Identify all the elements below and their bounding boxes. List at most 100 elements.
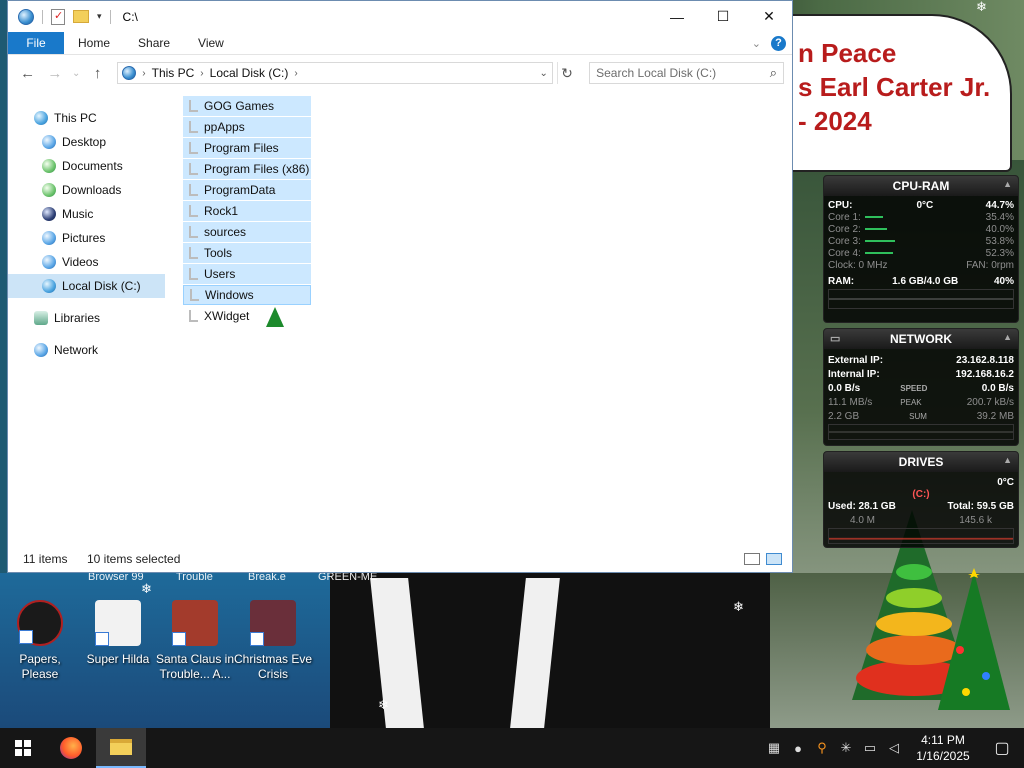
large-icons-view-icon[interactable] — [766, 553, 782, 565]
list-item[interactable]: sources — [183, 222, 311, 242]
tab-share[interactable]: Share — [124, 32, 184, 54]
gadget-title: NETWORK — [890, 332, 952, 346]
collapse-icon[interactable]: ▲ — [1003, 332, 1012, 342]
volume-muted-icon[interactable]: ◁ — [882, 740, 906, 756]
network-status-icon[interactable]: ▭ — [858, 740, 882, 756]
search-input[interactable]: Search Local Disk (C:) — [596, 66, 716, 80]
window-controls: — ☐ ✕ — [654, 1, 792, 32]
list-item[interactable]: Windows — [183, 285, 311, 305]
start-button[interactable] — [0, 728, 46, 768]
taskbar-firefox[interactable] — [46, 728, 96, 768]
forward-button[interactable]: → — [43, 61, 66, 85]
network-history-graph — [828, 424, 1014, 440]
upload-peak: 200.7 kB/s — [966, 396, 1014, 408]
nav-item-music[interactable]: Music — [42, 202, 93, 226]
list-item[interactable]: GOG Games — [183, 96, 311, 116]
taskbar-file-explorer[interactable] — [96, 728, 146, 768]
desktop-shortcut-super-hilda[interactable]: Super Hilda — [78, 600, 158, 667]
christmas-eve-crisis-icon — [250, 600, 296, 646]
nav-item-network[interactable]: Network — [34, 338, 98, 362]
tab-file[interactable]: File — [8, 32, 64, 54]
list-item[interactable]: Tools — [183, 243, 311, 263]
list-item[interactable]: ppApps — [183, 117, 311, 137]
cpu-row: CPU: 0°C 44.7% — [824, 199, 1018, 211]
close-button[interactable]: ✕ — [746, 1, 792, 32]
collapse-icon[interactable]: ▲ — [1003, 179, 1012, 189]
up-button[interactable]: ↑ — [86, 61, 109, 85]
refresh-button[interactable]: ↻ — [556, 62, 576, 84]
tray-snow-icon[interactable]: ✳ — [834, 740, 858, 756]
desktop-shortcut-papers-please[interactable]: Papers, Please — [0, 600, 80, 682]
nav-item-videos[interactable]: Videos — [42, 250, 98, 274]
clock[interactable]: 4:11 PM 1/16/2025 — [906, 732, 980, 764]
download-peak: 11.1 MB/s — [828, 396, 873, 408]
collapse-icon[interactable]: ▲ — [1003, 455, 1012, 465]
system-menu-icon[interactable] — [18, 8, 34, 25]
list-item[interactable]: Rock1 — [183, 201, 311, 221]
window-title: C:\ — [122, 9, 138, 24]
help-icon[interactable]: ? — [771, 35, 786, 51]
minimize-button[interactable]: — — [654, 1, 700, 32]
network-icon — [34, 343, 48, 357]
tab-view[interactable]: View — [184, 32, 238, 54]
tray-drop-icon[interactable]: ● — [786, 741, 810, 756]
core-value: 40.0% — [985, 223, 1014, 235]
nav-item-downloads[interactable]: Downloads — [42, 178, 121, 202]
clock-value: Clock: 0 MHz — [828, 259, 888, 271]
address-bar[interactable]: › This PC › Local Disk (C:) › ⌄ — [117, 62, 553, 84]
computer-icon — [34, 111, 48, 125]
documents-icon — [42, 159, 56, 173]
nav-item-label: Libraries — [54, 311, 101, 325]
videos-icon — [42, 255, 56, 269]
desktop-icon-label: Christmas Eve Crisis — [233, 652, 313, 681]
tray-app-icon[interactable]: ▦ — [762, 740, 786, 756]
snowflake-icon: ❄ — [976, 0, 987, 14]
new-folder-icon[interactable] — [73, 10, 89, 23]
firefox-icon — [60, 737, 82, 759]
list-item[interactable]: Program Files — [183, 138, 311, 158]
internal-ip-label: Internal IP: — [828, 368, 880, 380]
notifications-icon[interactable]: ▢ — [980, 738, 1024, 758]
expand-ribbon-icon[interactable]: ⌄ — [752, 37, 761, 50]
tray-search-icon[interactable]: ⚲ — [810, 740, 834, 756]
nav-item-libraries[interactable]: Libraries — [34, 306, 100, 330]
nav-item-desktop[interactable]: Desktop — [42, 130, 106, 154]
title-bar[interactable]: ▾ C:\ — ☐ ✕ — [8, 1, 792, 32]
breadcrumb-separator[interactable]: › — [294, 68, 297, 79]
drive-icon — [42, 279, 56, 293]
drive-temp-row: 0°C — [824, 476, 1018, 488]
sum-row: 2.2 GB SUM 39.2 MB — [824, 410, 1018, 422]
tab-home[interactable]: Home — [64, 32, 124, 54]
list-item[interactable]: XWidget — [183, 306, 311, 326]
list-item[interactable]: ProgramData — [183, 180, 311, 200]
breadcrumb-local-disk[interactable]: Local Disk (C:) — [210, 66, 289, 80]
address-dropdown-icon[interactable]: ⌄ — [536, 68, 552, 79]
breadcrumb-this-pc[interactable]: This PC — [152, 66, 195, 80]
properties-icon[interactable] — [51, 8, 65, 25]
folder-icon — [189, 163, 198, 175]
folder-icon — [189, 142, 198, 154]
list-item[interactable]: Program Files (x86) — [183, 159, 311, 179]
breadcrumb-separator[interactable]: › — [200, 68, 203, 79]
nav-item-local-disk[interactable]: Local Disk (C:) — [8, 274, 165, 298]
nav-item-label: Pictures — [62, 231, 106, 245]
back-button[interactable]: ← — [16, 61, 39, 85]
breadcrumb-separator[interactable]: › — [142, 68, 145, 79]
search-box[interactable]: Search Local Disk (C:) ⌕ — [589, 62, 785, 84]
ram-value: 1.6 GB/4.0 GB — [892, 275, 959, 287]
cpu-temp: 0°C — [916, 199, 934, 211]
nav-item-pictures[interactable]: Pictures — [42, 226, 105, 250]
folder-icon — [190, 289, 199, 301]
list-item[interactable]: Users — [183, 264, 311, 284]
windows-logo-icon — [15, 740, 31, 756]
file-name: sources — [204, 225, 247, 239]
customize-toolbar-icon[interactable]: ▾ — [97, 11, 102, 22]
desktop-shortcut-christmas-eve-crisis[interactable]: Christmas Eve Crisis — [233, 600, 313, 682]
recent-locations-icon[interactable]: ⌄ — [70, 61, 82, 85]
maximize-button[interactable]: ☐ — [700, 1, 746, 32]
desktop-shortcut-santa-claus[interactable]: Santa Claus in Trouble... A... — [155, 600, 235, 682]
nav-item-this-pc[interactable]: This PC — [34, 106, 97, 130]
details-view-icon[interactable] — [744, 553, 760, 565]
nav-item-documents[interactable]: Documents — [42, 154, 123, 178]
cpu-ram-gadget: CPU-RAM ▲ CPU: 0°C 44.7% Core 1: 35.4% C… — [823, 175, 1019, 323]
